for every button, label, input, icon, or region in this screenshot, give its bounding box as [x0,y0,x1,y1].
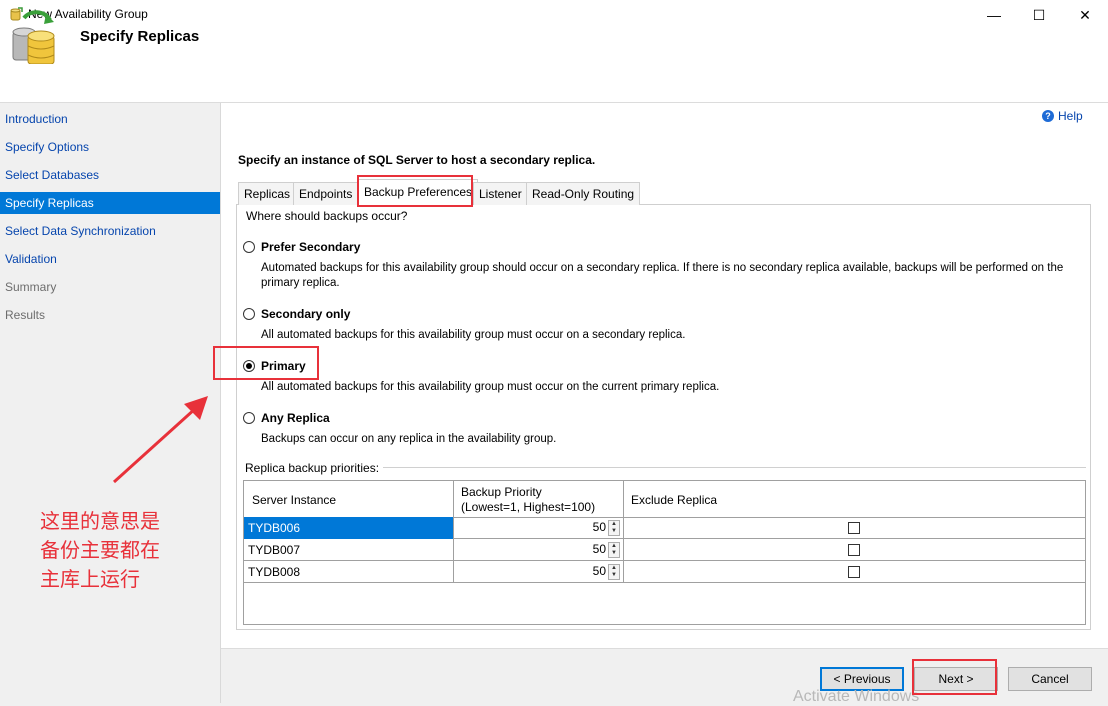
exclude-replica-checkbox[interactable] [848,544,860,556]
annotation-arrow-icon [112,396,208,484]
tab-endpoints[interactable]: Endpoints [293,182,359,205]
spin-up-icon[interactable]: ▲ [609,543,619,550]
sidebar-item-results: Results [5,308,46,322]
secondary-only-label[interactable]: Secondary only [261,307,350,321]
tab-replicas[interactable]: Replicas [238,182,297,205]
backup-priority-value[interactable]: 50 [590,560,606,582]
exclude-replica-checkbox[interactable] [848,522,860,534]
any-replica-radio[interactable] [243,412,255,424]
activation-watermark: Activate Windows [793,688,920,705]
priority-spinner[interactable]: ▲ ▼ [608,520,620,536]
server-instance-cell[interactable]: TYDB008 [248,561,300,583]
help-label: Help [1058,109,1083,123]
sidebar-item-select-data-synchronization[interactable]: Select Data Synchronization [0,220,220,242]
prefer-secondary-description: Automated backups for this availability … [261,262,1064,289]
minimize-button[interactable]: — [971,0,1017,30]
sidebar-item-validation[interactable]: Validation [0,248,220,270]
backup-location-question: Where should backups occur? [246,209,408,223]
title-bar [0,0,1108,30]
sidebar-item-introduction[interactable]: Introduction [0,108,220,130]
annotation-line-2: 备份主要都在 [40,538,160,562]
table-row[interactable] [244,561,1085,583]
backup-priority-value[interactable]: 50 [590,516,606,538]
cancel-button[interactable]: Cancel [1008,667,1092,691]
help-icon: ? [1042,110,1054,122]
exclude-replica-checkbox[interactable] [848,566,860,578]
annotation-line-3: 主库上运行 [40,567,140,591]
column-divider [453,481,454,583]
highlight-next-button [912,659,997,695]
any-replica-description: Backups can occur on any replica in the … [261,433,557,445]
primary-description: All automated backups for this availabil… [261,381,720,393]
column-divider [623,481,624,583]
header-backup-priority: Backup Priority [461,485,542,499]
instruction-text: Specify an instance of SQL Server to hos… [238,153,596,167]
spin-down-icon[interactable]: ▼ [609,550,619,557]
prefer-secondary-label[interactable]: Prefer Secondary [261,240,360,254]
annotation-note: 这里的意思是 备份主要都在 主库上运行 [40,507,160,594]
database-sync-icon [12,10,55,64]
tab-listener[interactable]: Listener [473,182,528,205]
help-link[interactable]: ? Help [1042,109,1083,123]
highlight-backup-preferences-tab [357,175,473,207]
priority-spinner[interactable]: ▲ ▼ [608,542,620,558]
close-button[interactable]: ✕ [1062,0,1108,30]
backup-priority-value[interactable]: 50 [590,538,606,560]
maximize-button[interactable]: ☐ [1016,0,1062,30]
sidebar-item-summary: Summary [5,280,57,294]
replica-priorities-label: Replica backup priorities: [245,461,380,475]
annotation-line-1: 这里的意思是 [40,509,160,533]
prefer-secondary-radio[interactable] [243,241,255,253]
server-instance-cell[interactable]: TYDB007 [248,539,300,561]
sidebar-item-select-databases[interactable]: Select Databases [0,164,220,186]
priority-spinner[interactable]: ▲ ▼ [608,564,620,580]
spin-down-icon[interactable]: ▼ [609,572,619,579]
tab-read-only-routing[interactable]: Read-Only Routing [526,182,641,205]
group-separator [383,467,1086,468]
header-backup-priority-range: (Lowest=1, Highest=100) [461,500,596,514]
header-exclude-replica: Exclude Replica [631,493,718,507]
table-row[interactable] [244,539,1085,561]
server-instance-cell[interactable]: TYDB006 [248,517,300,539]
sidebar-item-specify-options[interactable]: Specify Options [0,136,220,158]
spin-up-icon[interactable]: ▲ [609,521,619,528]
page-title: Specify Replicas [80,28,200,45]
spin-down-icon[interactable]: ▼ [609,528,619,535]
sidebar-item-specify-replicas[interactable]: Specify Replicas [0,192,220,214]
secondary-only-radio[interactable] [243,308,255,320]
highlight-primary-option [213,346,319,380]
any-replica-label[interactable]: Any Replica [261,411,330,425]
header-server-instance: Server Instance [252,493,337,507]
spin-up-icon[interactable]: ▲ [609,565,619,572]
secondary-only-description: All automated backups for this availabil… [261,329,686,341]
